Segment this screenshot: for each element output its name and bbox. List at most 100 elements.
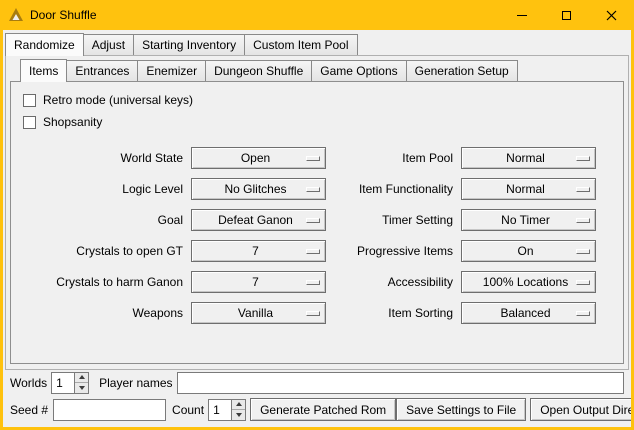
generate-patched-rom-button[interactable]: Generate Patched Rom [250, 398, 396, 421]
tab-randomize[interactable]: Randomize [5, 33, 84, 56]
count-spinner[interactable]: 1 [208, 399, 246, 421]
arrow-up-icon [236, 402, 242, 406]
goal-value: Defeat Ganon [218, 213, 299, 227]
item-pool-value: Normal [506, 151, 551, 165]
worlds-decrement-button[interactable] [75, 382, 88, 393]
retro-mode-label: Retro mode (universal keys) [43, 93, 193, 107]
count-decrement-button[interactable] [232, 409, 245, 420]
world-state-dropdown[interactable]: Open [191, 147, 326, 169]
accessibility-value: 100% Locations [483, 275, 574, 289]
shopsanity-checkbox[interactable] [23, 116, 36, 129]
progressive-items-value: On [517, 244, 539, 258]
crystals-harm-ganon-value: 7 [252, 275, 265, 289]
progressive-items-dropdown[interactable]: On [461, 240, 596, 262]
worlds-spinner[interactable]: 1 [51, 372, 89, 394]
retro-mode-row: Retro mode (universal keys) [23, 89, 623, 111]
close-button[interactable] [589, 0, 634, 30]
option-menu-indicator [576, 249, 590, 254]
item-pool-label: Item Pool [326, 151, 461, 165]
count-label: Count [172, 403, 204, 417]
arrow-down-icon [236, 413, 242, 417]
option-row: Weapons Vanilla Item Sorting Balanced [11, 297, 623, 328]
option-menu-indicator [306, 249, 320, 254]
tab-generation-setup[interactable]: Generation Setup [406, 60, 518, 81]
option-menu-indicator [306, 311, 320, 316]
option-row: Logic Level No Glitches Item Functionali… [11, 173, 623, 204]
weapons-label: Weapons [11, 306, 191, 320]
shopsanity-label: Shopsanity [43, 115, 102, 129]
client-area: Randomize Adjust Starting Inventory Cust… [3, 30, 631, 427]
progressive-items-label: Progressive Items [326, 244, 461, 258]
item-functionality-dropdown[interactable]: Normal [461, 178, 596, 200]
item-functionality-value: Normal [506, 182, 551, 196]
retro-mode-checkbox[interactable] [23, 94, 36, 107]
tab-game-options[interactable]: Game Options [311, 60, 406, 81]
item-sorting-dropdown[interactable]: Balanced [461, 302, 596, 324]
tab-enemizer[interactable]: Enemizer [137, 60, 206, 81]
crystals-open-gt-label: Crystals to open GT [11, 244, 191, 258]
app-icon[interactable] [8, 7, 24, 23]
weapons-dropdown[interactable]: Vanilla [191, 302, 326, 324]
logic-level-label: Logic Level [11, 182, 191, 196]
option-menu-indicator [306, 187, 320, 192]
timer-setting-value: No Timer [501, 213, 556, 227]
world-state-label: World State [11, 151, 191, 165]
maximize-icon [562, 11, 571, 20]
option-menu-indicator [576, 280, 590, 285]
weapons-value: Vanilla [238, 306, 279, 320]
crystals-harm-ganon-label: Crystals to harm Ganon [11, 275, 191, 289]
world-state-value: Open [241, 151, 276, 165]
items-pane: Retro mode (universal keys) Shopsanity W… [10, 81, 624, 364]
item-sorting-label: Item Sorting [326, 306, 461, 320]
open-output-directory-button[interactable]: Open Output Directory [530, 398, 631, 421]
item-functionality-label: Item Functionality [326, 182, 461, 196]
arrow-up-icon [79, 375, 85, 379]
option-menu-indicator [576, 156, 590, 161]
logic-level-dropdown[interactable]: No Glitches [191, 178, 326, 200]
worlds-value: 1 [52, 373, 74, 393]
accessibility-label: Accessibility [326, 275, 461, 289]
timer-setting-dropdown[interactable]: No Timer [461, 209, 596, 231]
count-increment-button[interactable] [232, 400, 245, 410]
maximize-button[interactable] [544, 0, 589, 30]
seed-input[interactable] [53, 399, 166, 421]
minimize-icon [517, 15, 527, 16]
option-menu-indicator [576, 218, 590, 223]
logic-level-value: No Glitches [224, 182, 292, 196]
window-title: Door Shuffle [30, 8, 97, 22]
seed-row: Seed # Count 1 Generate Patched Rom Save… [10, 398, 624, 421]
option-menu-indicator [306, 156, 320, 161]
option-row: Goal Defeat Ganon Timer Setting No Timer [11, 204, 623, 235]
option-menu-indicator [306, 218, 320, 223]
count-value: 1 [209, 400, 231, 420]
arrow-down-icon [79, 386, 85, 390]
tab-starting-inventory[interactable]: Starting Inventory [133, 34, 245, 55]
crystals-open-gt-dropdown[interactable]: 7 [191, 240, 326, 262]
titlebar: Door Shuffle [0, 0, 634, 30]
player-names-input[interactable] [177, 372, 625, 394]
options-grid: World State Open Item Pool Normal Logic … [11, 142, 623, 328]
randomize-pane: Items Entrances Enemizer Dungeon Shuffle… [5, 55, 629, 370]
option-menu-indicator [306, 280, 320, 285]
accessibility-dropdown[interactable]: 100% Locations [461, 271, 596, 293]
minimize-button[interactable] [499, 0, 544, 30]
save-settings-button[interactable]: Save Settings to File [396, 398, 526, 421]
tab-items[interactable]: Items [20, 59, 67, 82]
seed-label: Seed # [10, 403, 48, 417]
option-menu-indicator [576, 311, 590, 316]
tab-adjust[interactable]: Adjust [83, 34, 134, 55]
worlds-label: Worlds [10, 376, 47, 390]
crystals-harm-ganon-dropdown[interactable]: 7 [191, 271, 326, 293]
tab-custom-item-pool[interactable]: Custom Item Pool [244, 34, 357, 55]
crystals-open-gt-value: 7 [252, 244, 265, 258]
item-pool-dropdown[interactable]: Normal [461, 147, 596, 169]
option-menu-indicator [576, 187, 590, 192]
main-tab-bar: Randomize Adjust Starting Inventory Cust… [5, 33, 631, 55]
goal-dropdown[interactable]: Defeat Ganon [191, 209, 326, 231]
tab-entrances[interactable]: Entrances [66, 60, 138, 81]
worlds-increment-button[interactable] [75, 373, 88, 383]
player-names-label: Player names [99, 376, 172, 390]
sub-tab-bar: Items Entrances Enemizer Dungeon Shuffle… [20, 56, 628, 81]
close-icon [606, 10, 617, 21]
tab-dungeon-shuffle[interactable]: Dungeon Shuffle [205, 60, 312, 81]
